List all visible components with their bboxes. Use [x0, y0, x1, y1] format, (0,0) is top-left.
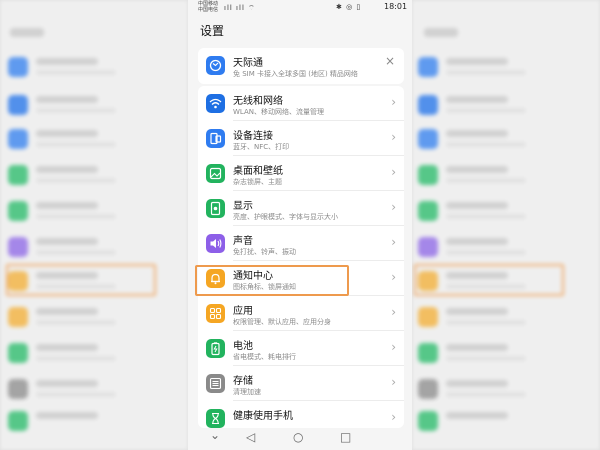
- clock: 18:01: [384, 2, 408, 11]
- home-icon[interactable]: ○: [293, 430, 303, 444]
- storage-icon: [206, 374, 225, 393]
- carrier-2: 中国电信: [198, 7, 219, 13]
- globe-icon: [206, 56, 225, 75]
- battery-icon: [206, 339, 225, 358]
- chevron-right-icon: ›: [391, 200, 396, 214]
- right-blurred-preview: [412, 0, 600, 450]
- hourglass-icon: [206, 409, 225, 428]
- device-connect-icon: [206, 129, 225, 148]
- item-title: 声音: [233, 236, 253, 247]
- settings-item-battery[interactable]: 电池 省电模式、耗电排行 ›: [198, 331, 404, 365]
- display-icon: [206, 199, 225, 218]
- item-title: 应用: [233, 306, 253, 317]
- chevron-right-icon: ›: [391, 375, 396, 389]
- settings-item-sound[interactable]: 声音 免打扰、铃声、振动 ›: [198, 226, 404, 260]
- wallpaper-icon: [206, 164, 225, 183]
- settings-list: 无线和网络 WLAN、移动网络、流量管理 › 设备连接 蓝牙、NFC、打印 › …: [198, 86, 404, 428]
- item-subtitle: 蓝牙、NFC、打印: [233, 143, 290, 151]
- close-icon[interactable]: ×: [385, 54, 395, 68]
- settings-item-device-connection[interactable]: 设备连接 蓝牙、NFC、打印 ›: [198, 121, 404, 155]
- settings-item-tianjitong[interactable]: 天际通 免 SIM 卡接入全球多国 (地区) 精品网络 ×: [198, 48, 404, 82]
- signal-wifi-icon: ıll ıll ⌔: [224, 4, 256, 12]
- left-blurred-preview: [0, 0, 188, 450]
- item-subtitle: 免打扰、铃声、振动: [233, 248, 296, 256]
- sound-icon: [206, 234, 225, 253]
- item-title: 电池: [233, 341, 253, 352]
- chevron-right-icon: ›: [391, 130, 396, 144]
- carrier-labels: 中国移动 中国电信: [198, 1, 218, 13]
- apps-icon: [206, 304, 225, 323]
- settings-item-home-wallpaper[interactable]: 桌面和壁纸 杂志锁屏、主题 ›: [198, 156, 404, 190]
- item-title: 天际通: [233, 58, 263, 69]
- item-title: 桌面和壁纸: [233, 166, 283, 177]
- item-subtitle: WLAN、移动网络、流量管理: [233, 108, 325, 116]
- chevron-down-icon[interactable]: ⌄: [210, 428, 220, 442]
- item-title: 存储: [233, 376, 253, 387]
- chevron-right-icon: ›: [391, 340, 396, 354]
- item-subtitle: 清理加速: [233, 388, 261, 396]
- settings-item-display[interactable]: 显示 亮度、护眼模式、字体与显示大小 ›: [198, 191, 404, 225]
- chevron-right-icon: ›: [391, 410, 396, 424]
- item-title: 设备连接: [233, 131, 273, 142]
- status-bar: 中国移动 中国电信 ıll ıll ⌔ ✱ ◎ ▯ 18:01: [188, 0, 412, 16]
- item-subtitle: 杂志锁屏、主题: [233, 178, 282, 186]
- settings-item-storage[interactable]: 存储 清理加速 ›: [198, 366, 404, 400]
- settings-item-wireless[interactable]: 无线和网络 WLAN、移动网络、流量管理 ›: [198, 86, 404, 120]
- item-subtitle: 亮度、护眼模式、字体与显示大小: [233, 213, 338, 221]
- item-title: 健康使用手机: [233, 411, 293, 422]
- settings-item-apps[interactable]: 应用 权限管理、默认应用、应用分身 ›: [198, 296, 404, 330]
- chevron-right-icon: ›: [391, 95, 396, 109]
- settings-item-digital-balance[interactable]: 健康使用手机 ›: [198, 401, 404, 428]
- chevron-right-icon: ›: [391, 165, 396, 179]
- chevron-right-icon: ›: [391, 270, 396, 284]
- status-icons: ✱ ◎ ▯: [336, 3, 362, 11]
- settings-screen: 中国移动 中国电信 ıll ıll ⌔ ✱ ◎ ▯ 18:01 设置 天际通 免…: [188, 0, 412, 450]
- navigation-bar: ⌄ ◁ ○ □: [188, 428, 412, 450]
- recent-apps-icon[interactable]: □: [340, 430, 351, 444]
- back-icon[interactable]: ◁: [246, 430, 255, 444]
- item-subtitle: 省电模式、耗电排行: [233, 353, 296, 361]
- promo-card[interactable]: 天际通 免 SIM 卡接入全球多国 (地区) 精品网络 ×: [198, 48, 404, 84]
- item-title: 显示: [233, 201, 253, 212]
- item-subtitle: 权限管理、默认应用、应用分身: [233, 318, 331, 326]
- chevron-right-icon: ›: [391, 235, 396, 249]
- chevron-right-icon: ›: [391, 305, 396, 319]
- highlight-box: [195, 265, 349, 296]
- wifi-icon: [206, 94, 225, 113]
- item-title: 无线和网络: [233, 96, 283, 107]
- page-title: 设置: [200, 24, 225, 38]
- item-subtitle: 免 SIM 卡接入全球多国 (地区) 精品网络: [233, 70, 358, 78]
